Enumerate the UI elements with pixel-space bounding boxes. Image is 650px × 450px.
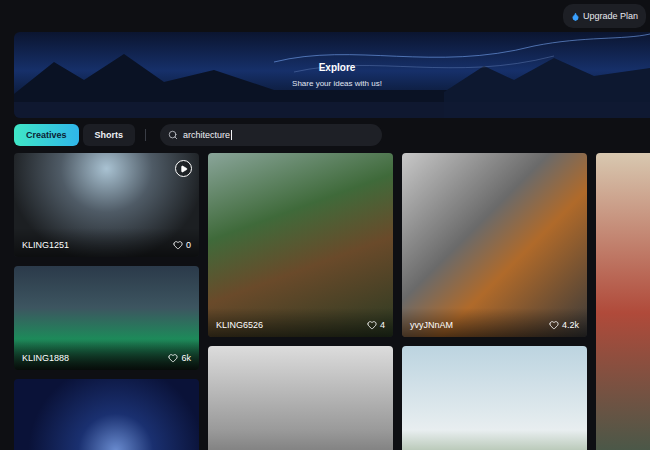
card-author: KLING6526 <box>216 320 263 330</box>
feed-grid: KLING1251 0 KLING1888 6k KLING6526 4 yvyJNnAM 4… <box>14 153 650 450</box>
play-button[interactable] <box>175 160 192 177</box>
tab-row: CreativesShorts architecture <box>14 124 650 146</box>
divider <box>145 129 146 141</box>
card-author: KLING1888 <box>22 353 69 363</box>
page: Upgrade Plan Explore Share your ideas with… <box>0 0 650 450</box>
feed-card[interactable] <box>14 379 199 450</box>
upgrade-button[interactable]: Upgrade Plan <box>563 4 646 28</box>
card-caption: yvyJNnAM 4.2k <box>402 308 587 337</box>
feed-card[interactable]: KLING1888 6k <box>14 266 199 370</box>
card-likes[interactable]: 4 <box>367 320 385 330</box>
banner-title: Explore <box>319 62 356 73</box>
banner-subtitle: Share your ideas with us! <box>292 79 382 88</box>
mountains-icon <box>14 32 650 118</box>
feed-column: KLING1251 0 KLING1888 6k <box>14 153 199 450</box>
card-likes[interactable]: 4.2k <box>549 320 579 330</box>
search-field[interactable]: architecture <box>160 124 382 146</box>
card-likes[interactable]: 0 <box>173 240 191 250</box>
search-value: architecture <box>183 130 232 140</box>
search-icon <box>168 130 178 140</box>
feed-card[interactable]: yvyJNnAM 4.2k <box>402 153 587 337</box>
feed-column <box>596 153 650 450</box>
feed-card[interactable] <box>402 346 587 450</box>
feed-column: KLING6526 4 <box>208 153 393 450</box>
card-author: KLING1251 <box>22 240 69 250</box>
tab[interactable]: Creatives <box>14 124 79 146</box>
card-likes[interactable]: 6k <box>168 353 191 363</box>
feed-card[interactable] <box>596 153 650 450</box>
heart-icon <box>367 320 377 330</box>
feed-card[interactable] <box>208 346 393 450</box>
heart-icon <box>549 320 559 330</box>
card-caption: KLING1888 6k <box>14 341 199 370</box>
feed-column: yvyJNnAM 4.2k <box>402 153 587 450</box>
feed-card[interactable]: KLING1251 0 <box>14 153 199 257</box>
heart-icon <box>168 353 178 363</box>
card-caption: KLING6526 4 <box>208 308 393 337</box>
card-author: yvyJNnAM <box>410 320 453 330</box>
top-bar: Upgrade Plan <box>14 0 650 28</box>
play-icon <box>180 165 188 173</box>
banner: Explore Share your ideas with us! <box>14 32 650 118</box>
tab[interactable]: Shorts <box>83 124 136 146</box>
heart-icon <box>173 240 183 250</box>
feed-card[interactable]: KLING6526 4 <box>208 153 393 337</box>
droplet-icon <box>571 12 580 21</box>
card-caption: KLING1251 0 <box>14 228 199 257</box>
